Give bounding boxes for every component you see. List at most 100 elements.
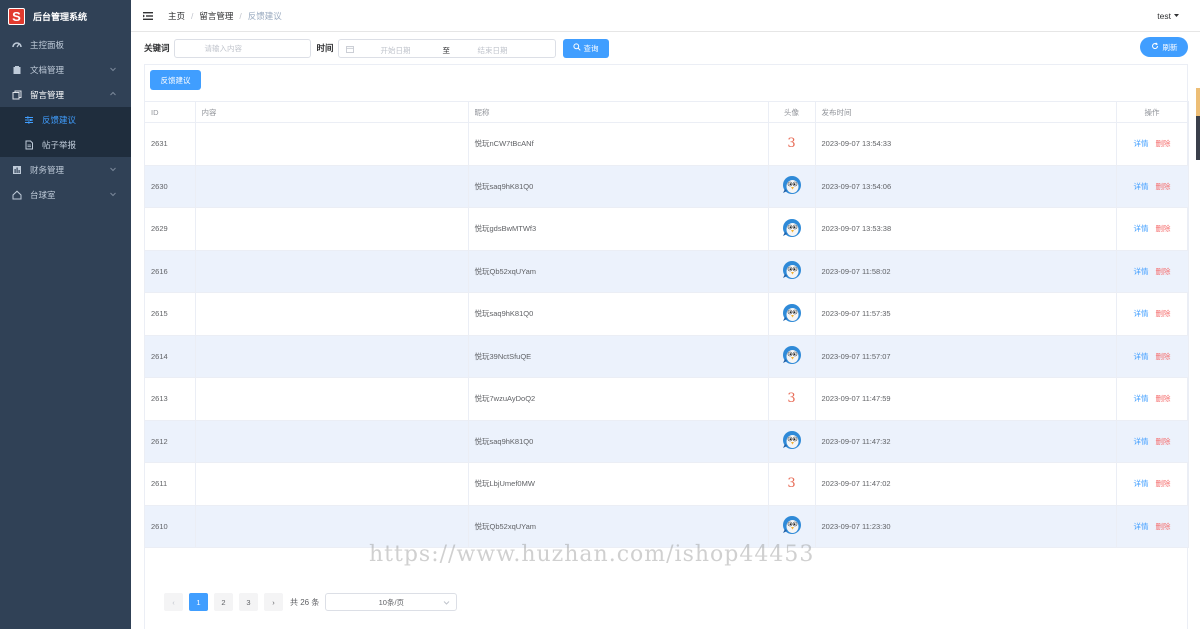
sidebar-item-feedback[interactable]: 反馈建议 <box>0 107 131 132</box>
detail-button[interactable]: 详情 <box>1134 522 1149 531</box>
delete-button[interactable]: 删除 <box>1156 522 1171 531</box>
cell-content <box>195 165 469 208</box>
avatar-bird-icon <box>782 218 802 238</box>
cell-id: 2615 <box>145 292 196 336</box>
page-size-value: 10条/页 <box>378 597 405 607</box>
avatar-bird-icon <box>782 175 802 195</box>
cell-avatar <box>768 165 816 208</box>
cell-time: 2023-09-07 11:47:32 <box>815 420 1117 463</box>
calendar-icon <box>345 45 354 53</box>
keyword-label: 关键词 <box>144 43 170 53</box>
chevron-up-icon <box>109 90 117 98</box>
detail-button[interactable]: 详情 <box>1134 267 1149 276</box>
detail-button[interactable]: 详情 <box>1134 182 1149 191</box>
cell-nickname: 悦玩saq9hK81Q0 <box>468 292 769 336</box>
table-row: 2630 悦玩saq9hK81Q0 2023-09-07 13:54:06 详情 删除 <box>145 165 1189 208</box>
sidebar-item-label: 财务管理 <box>30 164 65 175</box>
delete-button[interactable]: 删除 <box>1156 394 1171 403</box>
cell-actions: 详情 删除 <box>1116 462 1189 506</box>
cell-nickname: 悦玩gdsBwMTWf3 <box>468 207 769 251</box>
cell-nickname: 悦玩Qb52xqUYam <box>468 505 769 548</box>
cell-content <box>195 207 469 251</box>
total-count: 共 26 条 <box>290 597 320 607</box>
cell-id: 2614 <box>145 335 196 378</box>
sidebar-item-dashboard[interactable]: 主控面板 <box>0 32 131 57</box>
sidebar-item-post-report[interactable]: 帖子举报 <box>0 132 131 157</box>
page-size-select[interactable]: 10条/页 <box>325 593 458 611</box>
file-icon <box>24 140 34 150</box>
cell-content <box>195 505 469 548</box>
cell-nickname: 悦玩Qb52xqUYam <box>468 250 769 293</box>
delete-button[interactable]: 删除 <box>1156 437 1171 446</box>
cell-id: 2613 <box>145 377 196 421</box>
table-panel: 反馈建议 ID 内容 昵称 头像 发布时间 操作 2631 悦玩nCW7tBcA… <box>144 64 1189 629</box>
delete-button[interactable]: 删除 <box>1156 309 1171 318</box>
detail-button[interactable]: 详情 <box>1134 309 1149 318</box>
table-header-row: ID 内容 昵称 头像 发布时间 操作 <box>145 101 1189 123</box>
edge-tab-orange <box>1196 88 1200 116</box>
cell-nickname: 悦玩39NctSfuQE <box>468 335 769 378</box>
avatar: 3 <box>787 391 796 407</box>
col-time: 发布时间 <box>815 101 1117 123</box>
delete-button[interactable]: 删除 <box>1156 267 1171 276</box>
col-id: ID <box>145 101 196 123</box>
detail-button[interactable]: 详情 <box>1134 224 1149 233</box>
avatar-bird-icon <box>782 303 802 323</box>
breadcrumb-home[interactable]: 主页 <box>168 10 185 22</box>
page-3-button[interactable]: 3 <box>239 593 258 611</box>
next-page-button[interactable]: › <box>264 593 283 611</box>
refresh-button[interactable]: 刷新 <box>1140 37 1188 57</box>
user-dropdown[interactable]: test <box>1157 11 1180 21</box>
start-date[interactable]: 开始日期 <box>381 45 411 56</box>
main-content: 关键词 请输入内容 时间 开始日期 至 结束日期 查询 刷新 反馈建议 ID 内… <box>131 33 1200 629</box>
sidebar-item-documents[interactable]: 文档管理 <box>0 57 131 82</box>
breadcrumb-messages[interactable]: 留言管理 <box>199 10 233 22</box>
delete-button[interactable]: 删除 <box>1156 352 1171 361</box>
page-1-button[interactable]: 1 <box>189 593 208 611</box>
avatar-bird-icon <box>782 345 802 365</box>
filter-bar: 关键词 请输入内容 时间 开始日期 至 结束日期 查询 <box>144 38 609 58</box>
date-range-picker[interactable]: 开始日期 至 结束日期 <box>337 38 556 58</box>
hamburger-icon[interactable] <box>142 10 154 22</box>
cell-avatar <box>768 420 816 463</box>
sidebar-item-messages[interactable]: 留言管理 <box>0 82 131 107</box>
delete-button[interactable]: 删除 <box>1156 479 1171 488</box>
delete-button[interactable]: 删除 <box>1156 182 1171 191</box>
detail-button[interactable]: 详情 <box>1134 479 1149 488</box>
sidebar-item-billiards[interactable]: 台球室 <box>0 182 131 207</box>
cell-time: 2023-09-07 13:54:33 <box>815 122 1117 166</box>
cell-id: 2630 <box>145 165 196 208</box>
delete-button[interactable]: 删除 <box>1156 139 1171 148</box>
cell-actions: 详情 删除 <box>1116 207 1189 251</box>
end-date[interactable]: 结束日期 <box>478 45 508 56</box>
cell-nickname: 悦玩LbjUmef0MW <box>468 462 769 506</box>
cell-time: 2023-09-07 13:54:06 <box>815 165 1117 208</box>
table-row: 2615 悦玩saq9hK81Q0 2023-09-07 11:57:35 详情 删除 <box>145 292 1189 336</box>
keyword-input[interactable]: 请输入内容 <box>173 38 311 58</box>
navbar: 主页 / 留言管理 / 反馈建议 test <box>131 0 1200 32</box>
detail-button[interactable]: 详情 <box>1134 394 1149 403</box>
page-2-button[interactable]: 2 <box>214 593 233 611</box>
cell-nickname: 悦玩saq9hK81Q0 <box>468 165 769 208</box>
avatar-bird-icon <box>782 430 802 450</box>
search-button[interactable]: 查询 <box>562 38 609 58</box>
cell-avatar: 3 <box>768 377 816 421</box>
breadcrumb: 主页 / 留言管理 / 反馈建议 <box>168 10 282 22</box>
cell-time: 2023-09-07 11:58:02 <box>815 250 1117 293</box>
feedback-button[interactable]: 反馈建议 <box>150 70 201 90</box>
detail-button[interactable]: 详情 <box>1134 437 1149 446</box>
sidebar-item-finance[interactable]: 财务管理 <box>0 157 131 182</box>
detail-button[interactable]: 详情 <box>1134 139 1149 148</box>
time-label: 时间 <box>316 43 334 53</box>
submenu-messages: 反馈建议 帖子举报 <box>0 107 131 157</box>
avatar-bird-icon <box>782 515 802 535</box>
sidebar-item-label: 文档管理 <box>30 64 65 75</box>
cell-time: 2023-09-07 11:47:02 <box>815 462 1117 506</box>
avatar: 3 <box>787 136 796 152</box>
cell-avatar <box>768 250 816 293</box>
prev-page-button[interactable]: ‹ <box>164 593 183 611</box>
cell-time: 2023-09-07 13:53:38 <box>815 207 1117 251</box>
delete-button[interactable]: 删除 <box>1156 224 1171 233</box>
detail-button[interactable]: 详情 <box>1134 352 1149 361</box>
cell-avatar <box>768 335 816 378</box>
